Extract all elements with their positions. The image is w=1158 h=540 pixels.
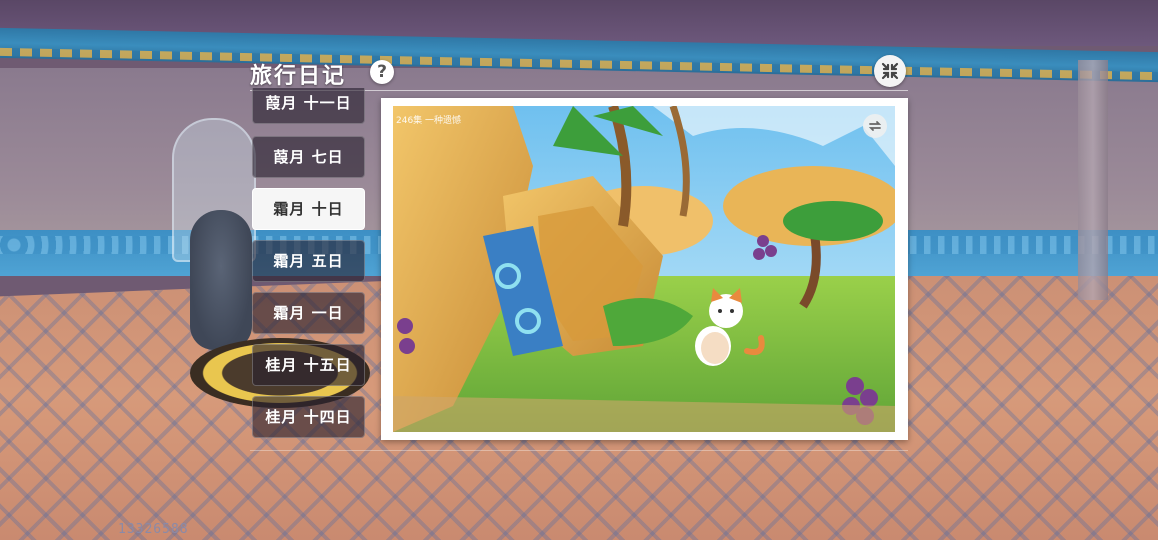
player-id-text: 13326588 xyxy=(118,522,189,537)
rotate-icon xyxy=(868,121,882,131)
photo-caption: 246集 一种遗憾 xyxy=(396,116,462,126)
glass-pillar xyxy=(1078,60,1108,300)
diary-photo-frame xyxy=(381,98,908,440)
rotate-photo-button[interactable] xyxy=(863,114,887,138)
fish-statue xyxy=(190,210,252,350)
diary-date-list[interactable]: 葭月 十一日 葭月 七日 霜月 十日 霜月 五日 霜月 一日 桂月 十五日 桂月… xyxy=(252,88,365,444)
date-tab-1[interactable]: 葭月 七日 xyxy=(252,136,365,178)
date-tab-2[interactable]: 霜月 十日 xyxy=(252,188,365,230)
collapse-arrows-icon xyxy=(881,62,899,80)
date-tab-5[interactable]: 桂月 十五日 xyxy=(252,344,365,386)
date-tab-0[interactable]: 葭月 十一日 xyxy=(252,88,365,124)
question-icon: ? xyxy=(377,62,387,82)
panel-bottom-divider xyxy=(250,450,908,451)
date-tab-3[interactable]: 霜月 五日 xyxy=(252,240,365,282)
close-button[interactable] xyxy=(874,55,906,87)
diary-photo xyxy=(393,106,895,432)
date-tab-6[interactable]: 桂月 十四日 xyxy=(252,396,365,438)
date-tab-4[interactable]: 霜月 一日 xyxy=(252,292,365,334)
help-button[interactable]: ? xyxy=(370,60,394,84)
page-title: 旅行日记 xyxy=(250,64,347,89)
